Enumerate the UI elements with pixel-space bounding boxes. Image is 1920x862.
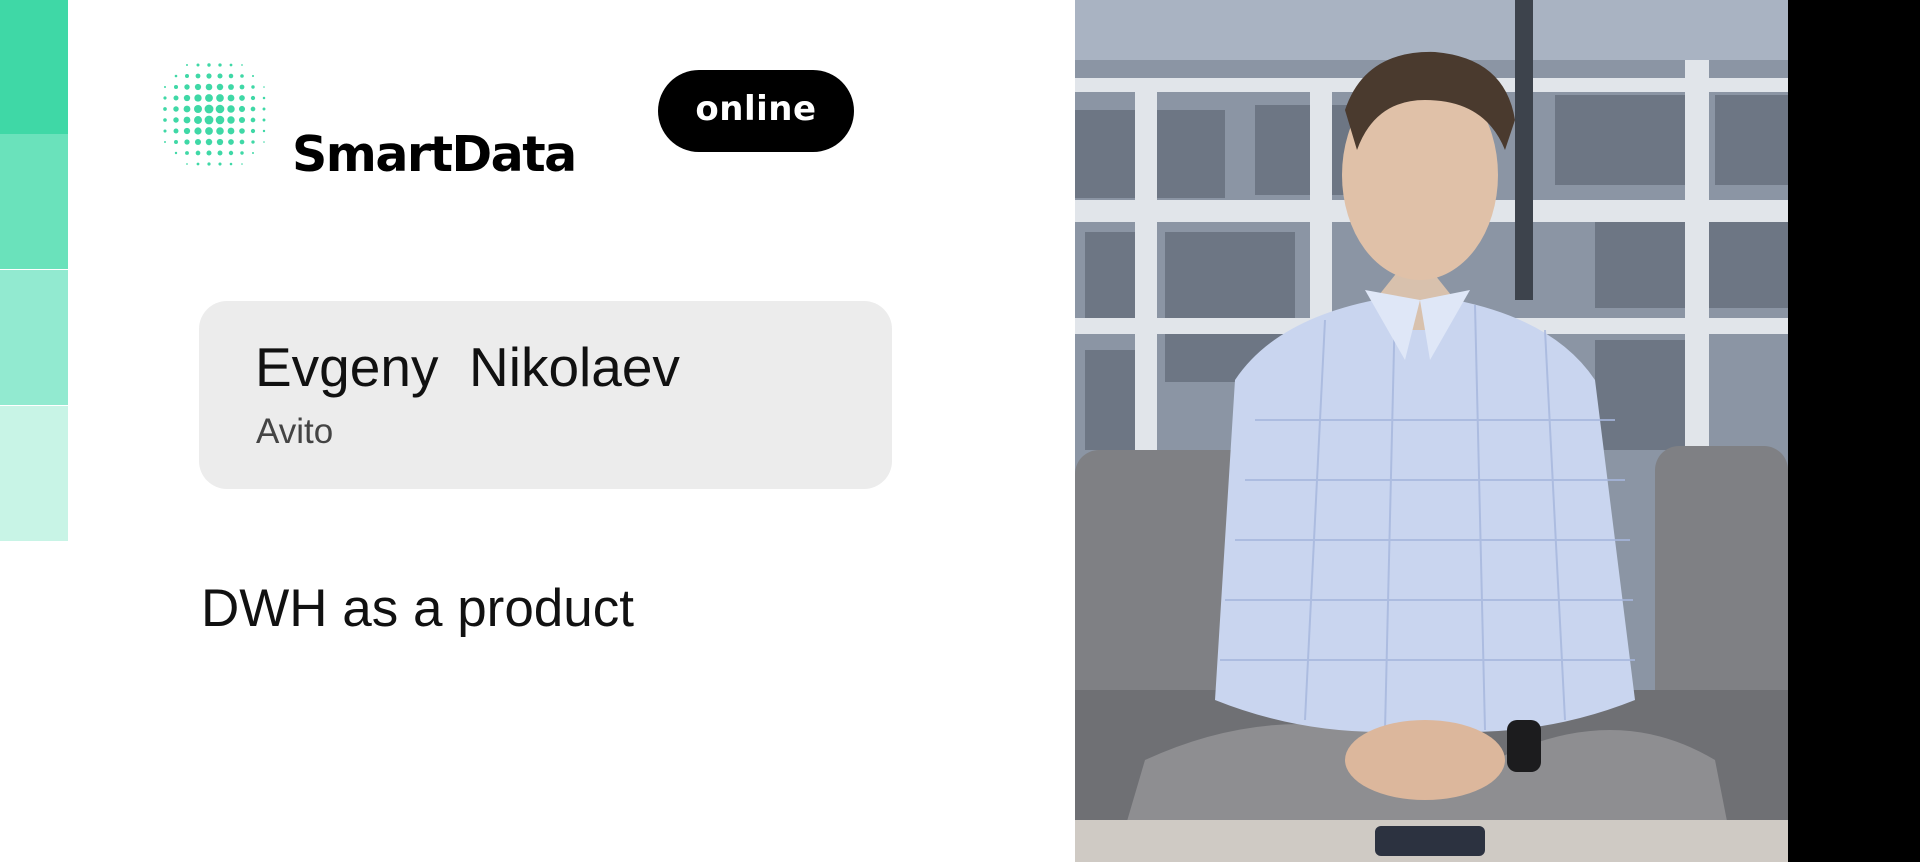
halftone-sphere-icon (163, 63, 266, 166)
right-side-bar (1788, 0, 1920, 862)
speaker-card: Evgeny Nikolaev Avito (199, 301, 892, 489)
online-badge: online (658, 70, 854, 152)
accent-stripe (0, 270, 68, 405)
speaker-photo-illustration (1075, 0, 1788, 862)
accent-stripes (0, 0, 68, 541)
speaker-photo (1075, 0, 1788, 862)
accent-stripe (0, 0, 68, 134)
speaker-company: Avito (256, 412, 334, 451)
speaker-name: Evgeny Nikolaev (255, 336, 680, 398)
accent-stripe (0, 134, 68, 269)
brand-name: SmartData (292, 126, 577, 183)
accent-stripe (0, 406, 68, 541)
talk-title: DWH as a product (201, 579, 634, 638)
